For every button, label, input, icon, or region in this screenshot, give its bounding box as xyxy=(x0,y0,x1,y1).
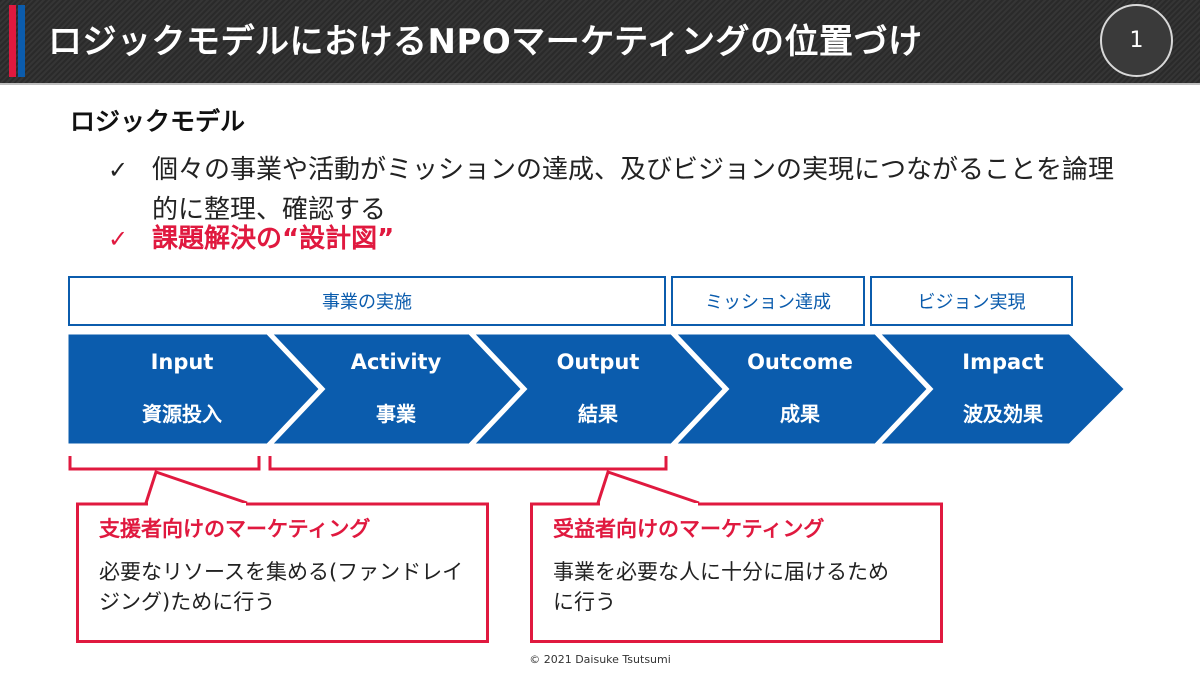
callout-supporters: 支援者向けのマーケティング 必要なリソースを集める(ファンドレイジング)ために行… xyxy=(76,502,489,643)
callout-title: 受益者向けのマーケティング xyxy=(553,517,825,541)
phase-label: ビジョン実現 xyxy=(917,292,1026,313)
phase-box-mission: ミッション達成 xyxy=(671,276,865,326)
step-label-en: Output xyxy=(556,350,640,374)
phase-label: ミッション達成 xyxy=(705,292,831,313)
phase-label: 事業の実施 xyxy=(322,292,412,313)
bullet-text: 個々の事業や活動がミッションの達成、及びビジョンの実現につながることを論理的に整… xyxy=(152,155,1115,225)
step-label-en: Impact xyxy=(962,350,1044,374)
accent-bar-blue xyxy=(18,5,25,77)
page-number-badge: 1 xyxy=(1100,4,1173,77)
bullet-text: 課題解決の“設計図” xyxy=(152,224,395,254)
bullet-item: ✓ 個々の事業や活動がミッションの達成、及びビジョンの実現につながることを論理的に… xyxy=(108,150,1132,230)
callout-top-border xyxy=(76,502,489,506)
callout-beneficiaries: 受益者向けのマーケティング 事業を必要な人に十分に届けるために行う xyxy=(530,502,943,643)
callout-body: 事業を必要な人に十分に届けるために行う xyxy=(553,560,889,614)
step-label-ja: 成果 xyxy=(780,402,820,426)
check-icon: ✓ xyxy=(108,225,129,253)
bullet-item-emphasis: ✓ 課題解決の“設計図” xyxy=(108,219,1132,259)
callout-pointer-supporters xyxy=(144,470,248,505)
callout-pointer-beneficiaries xyxy=(596,470,700,505)
slide-header: ロジックモデルにおけるNPOマーケティングの位置づけ 1 xyxy=(0,0,1200,85)
step-label-ja: 事業 xyxy=(376,402,416,426)
bracket-input xyxy=(68,456,261,471)
step-label-en: Input xyxy=(150,350,214,374)
phase-box-vision: ビジョン実現 xyxy=(870,276,1073,326)
bracket-activity-output xyxy=(268,456,668,471)
callout-title: 支援者向けのマーケティング xyxy=(99,517,371,541)
section-heading: ロジックモデル xyxy=(70,107,246,136)
step-label-ja: 波及効果 xyxy=(963,402,1043,426)
phase-box-implementation: 事業の実施 xyxy=(68,276,666,326)
callout-top-border xyxy=(530,502,943,506)
step-label-ja: 結果 xyxy=(578,402,618,426)
step-label-ja: 資源投入 xyxy=(142,402,222,426)
accent-bar-red xyxy=(9,5,16,77)
copyright-footer: © 2021 Daisuke Tsutsumi xyxy=(529,653,671,666)
step-label-en: Activity xyxy=(350,350,442,374)
step-label-en: Outcome xyxy=(747,350,853,374)
slide-title: ロジックモデルにおけるNPOマーケティングの位置づけ xyxy=(48,22,923,62)
callout-body: 必要なリソースを集める(ファンドレイジング)ために行う xyxy=(99,560,464,614)
check-icon: ✓ xyxy=(108,156,129,184)
slide: ロジックモデルにおけるNPOマーケティングの位置づけ 1 ロジックモデル ✓ 個々… xyxy=(0,0,1200,675)
